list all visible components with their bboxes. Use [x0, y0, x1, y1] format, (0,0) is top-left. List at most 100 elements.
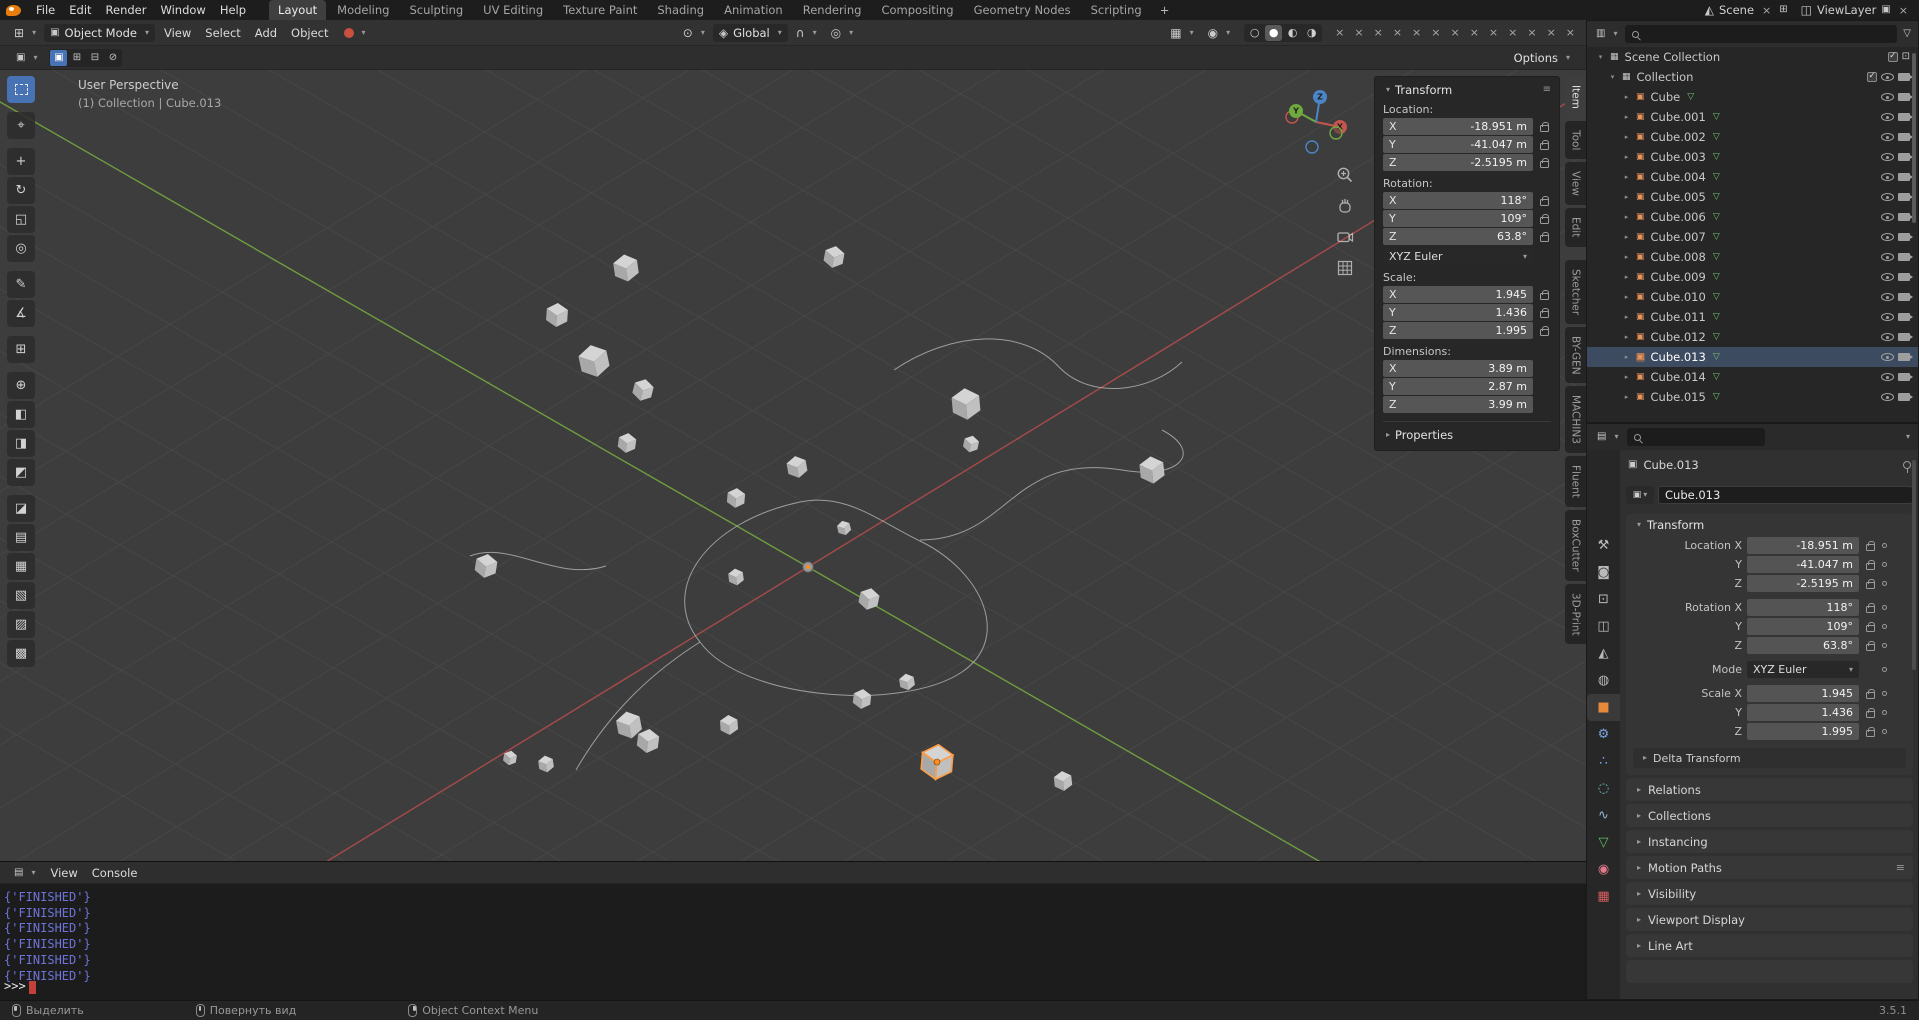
outliner-row-cube[interactable]: ▸▣Cube▽ — [1587, 87, 1918, 107]
panel-viewport-display[interactable]: ▸Viewport Display — [1626, 908, 1913, 931]
eye-icon[interactable] — [1881, 133, 1894, 141]
lock-icon[interactable] — [1864, 641, 1877, 651]
scene-origin-object[interactable] — [803, 562, 813, 572]
outliner-row-cube-011[interactable]: ▸▣Cube.011▽ — [1587, 307, 1918, 327]
lock-icon[interactable] — [1864, 689, 1877, 699]
camera-icon[interactable] — [1898, 393, 1910, 401]
remove-viewlayer-icon[interactable]: × — [1896, 5, 1911, 16]
dimension-z-field[interactable]: Z3.99 m — [1383, 396, 1533, 413]
addon-toggle-icon[interactable]: × — [1467, 27, 1482, 38]
workspace-tab-texture-paint[interactable]: Texture Paint — [554, 0, 646, 20]
delta-transform-panel[interactable]: ▸ Delta Transform — [1633, 748, 1906, 768]
shading-rendered-button[interactable]: ◑ — [1303, 25, 1320, 41]
new-scene-icon[interactable]: ⊞ — [1779, 5, 1787, 15]
addon-toggle-icon[interactable]: × — [1563, 27, 1578, 38]
value-field-z[interactable]: 63.8° — [1747, 637, 1859, 654]
dimension-y-field[interactable]: Y2.87 m — [1383, 378, 1533, 395]
lock-icon[interactable] — [1537, 232, 1551, 242]
scale-y-field[interactable]: Y1.436 — [1383, 304, 1533, 321]
value-field-rotation-x[interactable]: 118° — [1747, 599, 1859, 616]
eye-icon[interactable] — [1881, 193, 1894, 201]
value-field-y[interactable]: -41.047 m — [1747, 556, 1859, 573]
rotation-mode-dropdown[interactable]: XYZ Euler▾ — [1383, 248, 1533, 265]
tool-addon-tool-3[interactable]: ◨ — [7, 430, 35, 457]
addon-toggle-icon[interactable]: × — [1524, 27, 1539, 38]
properties-tab-scene[interactable]: ◭ — [1587, 640, 1620, 667]
topbar-menu-render[interactable]: Render — [99, 2, 154, 18]
outliner-search-input[interactable] — [1644, 28, 1890, 41]
viewport-menu-select[interactable]: Select — [198, 25, 247, 41]
properties-search[interactable] — [1627, 428, 1765, 446]
outliner-row-cube-014[interactable]: ▸▣Cube.014▽ — [1587, 367, 1918, 387]
options-dropdown[interactable]: Options▾ — [1508, 49, 1576, 67]
outliner-row-collection[interactable]: ▾▦Collection — [1587, 67, 1918, 87]
lock-icon[interactable] — [1864, 727, 1877, 737]
animate-dot[interactable] — [1882, 691, 1887, 696]
camera-view-icon[interactable] — [1336, 228, 1354, 246]
camera-icon[interactable] — [1898, 133, 1910, 141]
properties-tab-modifiers[interactable]: ⚙ — [1587, 721, 1620, 748]
value-field-y[interactable]: 109° — [1747, 618, 1859, 635]
scene-cube[interactable] — [951, 387, 981, 421]
sidebar-tab-fluent[interactable]: Fluent — [1565, 456, 1586, 507]
camera-icon[interactable] — [1898, 213, 1910, 221]
mode-dropdown[interactable]: ▣Object Mode▾ — [44, 24, 155, 42]
animate-dot[interactable] — [1882, 710, 1887, 715]
outliner-row-cube-009[interactable]: ▸▣Cube.009▽ — [1587, 267, 1918, 287]
object-name-input[interactable] — [1658, 486, 1913, 504]
animate-dot[interactable] — [1882, 643, 1887, 648]
outliner-row-cube-006[interactable]: ▸▣Cube.006▽ — [1587, 207, 1918, 227]
topbar-menu-file[interactable]: File — [29, 2, 62, 18]
scene-cube[interactable] — [726, 487, 745, 508]
checkbox-icon[interactable] — [1888, 52, 1898, 62]
eye-icon[interactable] — [1881, 213, 1894, 221]
sidebar-tab-by-gen[interactable]: BY-GEN — [1565, 327, 1586, 384]
panel-visibility[interactable]: ▸Visibility — [1626, 882, 1913, 905]
panel-collections[interactable]: ▸Collections — [1626, 804, 1913, 827]
transform-panel-header[interactable]: ▾ Transform — [1626, 514, 1913, 536]
editor-type-button[interactable]: ⊞▾ — [8, 25, 42, 41]
outliner-editor-type-button[interactable]: ▥▾ — [1594, 27, 1619, 41]
eye-icon[interactable] — [1881, 173, 1894, 181]
lock-icon[interactable] — [1537, 290, 1551, 300]
addon-toggle-icon[interactable]: × — [1371, 27, 1386, 38]
shading-solid-button[interactable]: ● — [1265, 25, 1282, 41]
properties-editor-type-button[interactable]: ▤▾ — [1595, 430, 1620, 444]
viewlayer-selector[interactable]: ◫ ViewLayer ▣ × — [1801, 3, 1911, 17]
camera-icon[interactable] — [1898, 353, 1910, 361]
value-field-location-x[interactable]: -18.951 m — [1747, 537, 1859, 554]
camera-icon[interactable] — [1898, 253, 1910, 261]
scene-cube[interactable] — [962, 434, 980, 453]
panel-relations[interactable]: ▸Relations — [1626, 778, 1913, 801]
sidebar-tab-tool[interactable]: Tool — [1565, 121, 1586, 159]
scene-cube[interactable] — [538, 755, 555, 774]
properties-tab-material[interactable]: ◉ — [1587, 856, 1620, 883]
sidebar-tab-item[interactable]: Item — [1565, 76, 1586, 118]
workspace-tab-animation[interactable]: Animation — [715, 0, 792, 20]
tool-addon-tool-7[interactable]: ▦ — [7, 553, 35, 580]
properties-tab-object[interactable]: ■ — [1587, 694, 1620, 721]
add-workspace-button[interactable]: + — [1154, 0, 1176, 20]
select-mode-invert-button[interactable]: ⊘ — [104, 50, 121, 66]
select-mode-subtract-button[interactable]: ⊟ — [86, 50, 103, 66]
viewport-menu-view[interactable]: View — [157, 25, 198, 41]
transform-pivot-button[interactable]: ⊙▾ — [677, 25, 711, 41]
scene-cube[interactable] — [631, 377, 655, 403]
tool-move[interactable]: + — [7, 148, 35, 175]
eye-icon[interactable] — [1881, 273, 1894, 281]
workspace-tab-geometry-nodes[interactable]: Geometry Nodes — [965, 0, 1080, 20]
addon-toggle-icon[interactable]: × — [1351, 27, 1366, 38]
lock-icon[interactable] — [1864, 708, 1877, 718]
scene-cube[interactable] — [617, 432, 637, 454]
sidebar-tab-3d-print[interactable]: 3D-Print — [1565, 584, 1586, 645]
sidebar-tab-machin3[interactable]: MACHIN3 — [1565, 386, 1586, 453]
sidebar-tab-edit[interactable]: Edit — [1565, 208, 1586, 246]
console-menu-view[interactable]: View — [43, 865, 84, 881]
scene-cube[interactable] — [786, 454, 809, 479]
lock-icon[interactable] — [1864, 560, 1877, 570]
scene-cube[interactable] — [1139, 455, 1166, 485]
properties-tab-tool[interactable]: ⚒ — [1587, 532, 1620, 559]
camera-icon[interactable] — [1898, 193, 1910, 201]
camera-icon[interactable] — [1898, 273, 1910, 281]
properties-scrollbar[interactable] — [1912, 460, 1916, 670]
